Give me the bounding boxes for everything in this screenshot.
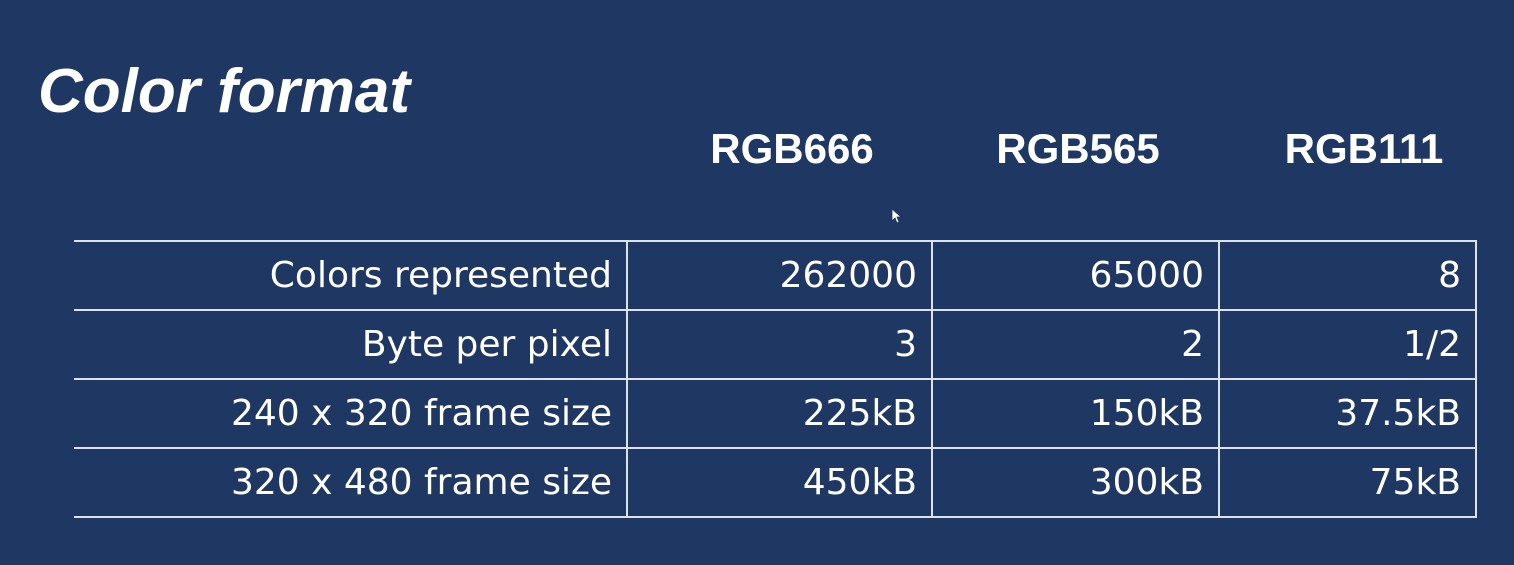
table-cell: 262000 <box>626 240 933 311</box>
table-cell: 8 <box>1218 240 1477 311</box>
slide-title: Color format <box>38 57 410 126</box>
column-header-rgb111: RGB111 <box>1284 125 1444 172</box>
table-row: 240 x 320 frame size 225kB 150kB 37.5kB <box>74 378 1477 449</box>
table-row: 320 x 480 frame size 450kB 300kB 75kB <box>74 447 1477 518</box>
table-cell: 225kB <box>626 378 933 449</box>
column-header-rgb565: RGB565 <box>996 125 1160 172</box>
table-cell: 37.5kB <box>1218 378 1477 449</box>
row-label: 320 x 480 frame size <box>74 447 628 518</box>
row-label: 240 x 320 frame size <box>74 378 628 449</box>
table-cell: 300kB <box>931 447 1220 518</box>
row-label: Byte per pixel <box>74 309 628 380</box>
table-row: Byte per pixel 3 2 1/2 <box>74 309 1477 380</box>
table-row: Colors represented 262000 65000 8 <box>74 240 1477 311</box>
table-cell: 2 <box>931 309 1220 380</box>
table-cell: 1/2 <box>1218 309 1477 380</box>
table-cell: 3 <box>626 309 933 380</box>
table-cell: 150kB <box>931 378 1220 449</box>
mouse-pointer-icon <box>891 208 901 224</box>
column-header-rgb666: RGB666 <box>710 125 874 172</box>
table-cell: 75kB <box>1218 447 1477 518</box>
table-cell: 65000 <box>931 240 1220 311</box>
row-label: Colors represented <box>74 240 628 311</box>
color-format-table: Colors represented 262000 65000 8 Byte p… <box>74 240 1477 518</box>
table-cell: 450kB <box>626 447 933 518</box>
